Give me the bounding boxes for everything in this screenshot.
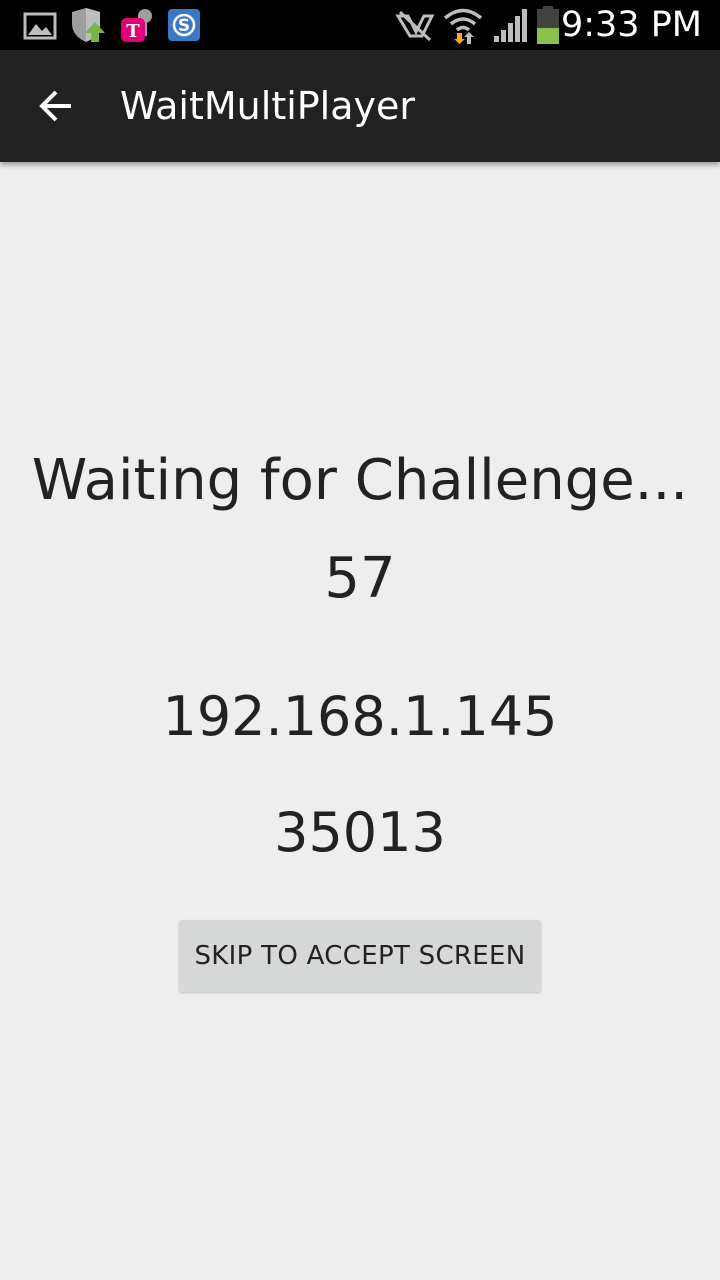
status-bar: T S 9:33 PM — [0, 0, 720, 50]
wifi-icon — [443, 8, 483, 44]
skype-icon: S — [168, 9, 200, 41]
skip-to-accept-button[interactable]: SKIP TO ACCEPT SCREEN — [179, 920, 541, 992]
countdown-value: 57 — [324, 546, 396, 611]
app-bar: WaitMultiPlayer — [0, 50, 720, 162]
tmobile-icon: T — [121, 9, 152, 42]
arrow-back-icon — [39, 90, 71, 122]
page-title: WaitMultiPlayer — [120, 84, 416, 128]
status-time: 9:33 PM — [560, 5, 702, 45]
ip-address: 192.168.1.145 — [162, 685, 558, 748]
nfc-icon — [395, 10, 435, 42]
waiting-label: Waiting for Challenge... — [31, 448, 689, 513]
signal-icon — [494, 9, 527, 42]
shield-update-icon — [72, 8, 105, 42]
gallery-icon — [23, 12, 57, 40]
back-button[interactable] — [24, 74, 88, 138]
main-content: Waiting for Challenge... 57 192.168.1.14… — [0, 162, 720, 1280]
svg-text:T: T — [126, 21, 140, 42]
port-number: 35013 — [274, 801, 446, 864]
svg-text:S: S — [178, 16, 190, 36]
battery-icon — [537, 6, 559, 44]
